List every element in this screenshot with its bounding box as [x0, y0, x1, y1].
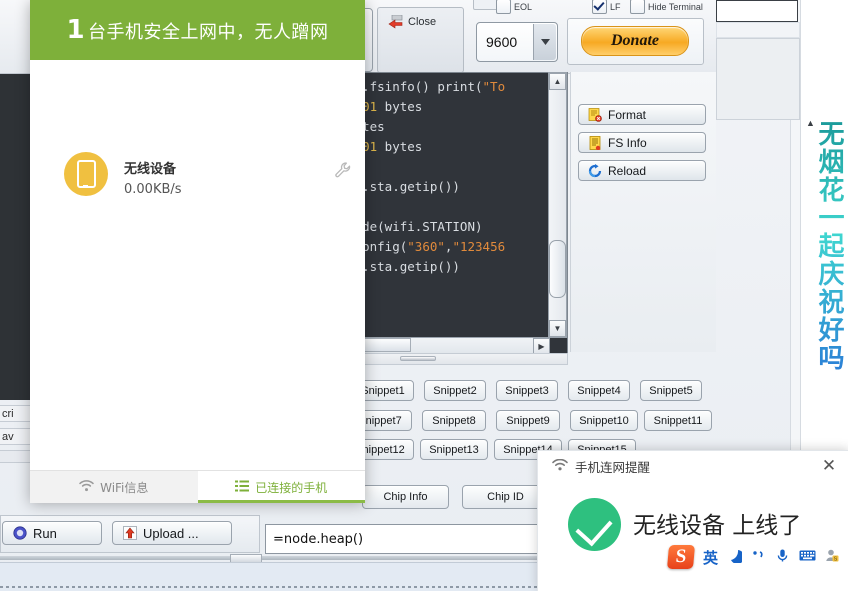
close-button[interactable]: Close	[388, 9, 454, 35]
wifi-icon	[79, 480, 94, 495]
serial-terminal[interactable]: file.fsinfo() print("To 465001 bytes 0 b…	[347, 72, 568, 354]
terminal-splitter[interactable]	[347, 353, 568, 365]
vertical-promo-text: 无烟花一起庆祝好吗	[808, 120, 844, 372]
chip-id-button[interactable]: Chip ID	[462, 485, 549, 509]
scroll-down-icon[interactable]: ▼	[549, 320, 566, 337]
tab-wifi-info-label: WiFi信息	[100, 479, 148, 496]
device-name: 无线设备	[124, 158, 176, 177]
connected-device-count: 1	[66, 17, 87, 43]
checkbox-lf-box[interactable]	[592, 0, 607, 14]
ime-toolbar[interactable]: S 英 S	[668, 544, 848, 570]
checkbox-lf-label: LF	[610, 2, 621, 12]
upload-button[interactable]: Upload ...	[112, 521, 232, 545]
status-bar-divider	[0, 586, 540, 588]
chevron-down-icon[interactable]	[533, 24, 556, 60]
snippet-grid: Snippet1 Snippet2 Snippet3 Snippet4 Snip…	[347, 375, 722, 461]
toast-message: 无线设备 上线了	[633, 506, 801, 540]
wifi-status-text: 1 台手机安全上网中，无人蹭网	[66, 17, 328, 44]
baud-rate-value: 9600	[477, 34, 517, 50]
upload-button-label: Upload ...	[143, 526, 199, 541]
snippet-button[interactable]: Snippet2	[424, 380, 486, 401]
snippet-button[interactable]: Snippet4	[568, 380, 630, 401]
sogou-logo-icon[interactable]: S	[667, 545, 695, 569]
microphone-icon[interactable]	[775, 548, 790, 566]
toast-title: 手机连网提醒	[575, 457, 650, 476]
upload-icon	[123, 526, 137, 540]
fsinfo-icon	[588, 136, 602, 150]
list-icon	[235, 480, 249, 495]
checkbox-eol-label: EOL	[514, 2, 532, 12]
wifi-manager-popup[interactable]: 1 台手机安全上网中，无人蹭网 无线设备 0.00KB/s WiFi信息	[30, 0, 365, 502]
tab-connected-phones[interactable]: 已连接的手机	[198, 471, 366, 503]
splitter-grip[interactable]	[400, 356, 436, 361]
device-list-item[interactable]: 无线设备 0.00KB/s	[30, 72, 365, 138]
snippet-button[interactable]: Snippet8	[422, 410, 486, 431]
checkbox-hide-terminal[interactable]: Hide Terminal	[630, 0, 703, 14]
snippet-button[interactable]: Snippet10	[570, 410, 638, 431]
right-empty-panel	[716, 38, 800, 120]
format-icon	[588, 108, 602, 122]
moon-icon[interactable]	[727, 548, 742, 566]
tab-connected-phones-label: 已连接的手机	[255, 479, 327, 496]
snippet-button[interactable]: Snippet13	[420, 439, 488, 460]
format-button[interactable]: Format	[578, 104, 706, 125]
checkbox-hide-terminal-label: Hide Terminal	[648, 2, 703, 12]
run-button[interactable]: Run	[2, 521, 102, 545]
wifi-popup-header: 1 台手机安全上网中，无人蹭网	[30, 0, 365, 60]
tab-wifi-info[interactable]: WiFi信息	[30, 471, 198, 503]
wifi-icon	[552, 459, 568, 474]
terminal-output: file.fsinfo() print("To 465001 bytes 0 b…	[347, 77, 568, 277]
reload-button[interactable]: Reload	[578, 160, 706, 181]
punctuation-icon[interactable]	[751, 548, 766, 566]
svg-text:S: S	[834, 556, 838, 562]
reload-button-label: Reload	[608, 164, 646, 178]
reload-icon	[588, 164, 602, 178]
checkbox-hide-terminal-box[interactable]	[630, 0, 645, 14]
check-circle-icon	[568, 498, 621, 551]
snippet-button[interactable]: Snippet5	[640, 380, 702, 401]
wifi-popup-tabs: WiFi信息 已连接的手机	[30, 470, 365, 503]
checkbox-lf[interactable]: LF	[592, 0, 621, 14]
checkbox-eol-box[interactable]	[496, 0, 511, 14]
fs-info-button[interactable]: FS Info	[578, 132, 706, 153]
left-menu-fragment-script[interactable]: cri	[0, 405, 34, 422]
format-button-label: Format	[608, 108, 646, 122]
notification-toast[interactable]: 手机连网提醒 ✕ 无线设备 上线了 S 英	[537, 450, 848, 591]
window-splitter[interactable]	[0, 556, 540, 560]
close-button-label: Close	[408, 16, 436, 28]
terminal-scroll-thumb[interactable]	[549, 240, 566, 298]
toast-header: 手机连网提醒	[538, 451, 848, 481]
wifi-status-label: 台手机安全上网中，无人蹭网	[88, 18, 329, 44]
user-icon[interactable]: S	[825, 548, 840, 566]
checkbox-eol[interactable]: EOL	[496, 0, 532, 14]
chip-info-button[interactable]: Chip Info	[362, 485, 449, 509]
phone-icon	[64, 152, 108, 196]
left-menu-fragment-save[interactable]: av	[0, 428, 34, 445]
baud-rate-select[interactable]: 9600	[476, 22, 558, 62]
left-menu-fragment-blank	[0, 450, 34, 463]
close-icon[interactable]: ✕	[819, 456, 839, 476]
right-input-box[interactable]	[716, 0, 798, 22]
close-port-icon	[388, 15, 404, 29]
run-button-label: Run	[33, 526, 57, 541]
scroll-up-icon[interactable]: ▲	[549, 73, 566, 90]
fs-info-button-label: FS Info	[608, 136, 647, 150]
snippet-button[interactable]: Snippet3	[496, 380, 558, 401]
wrench-icon[interactable]	[333, 160, 353, 180]
run-icon	[13, 526, 27, 540]
device-speed: 0.00KB/s	[124, 182, 182, 197]
snippet-button[interactable]: Snippet9	[496, 410, 560, 431]
right-subpanel	[716, 22, 800, 38]
snippet-button[interactable]: Snippet11	[644, 410, 712, 431]
donate-button[interactable]: Donate	[581, 26, 689, 56]
terminal-vertical-scrollbar[interactable]: ▲ ▼	[548, 72, 567, 338]
ime-mode-label[interactable]: 英	[703, 547, 718, 568]
keyboard-icon[interactable]	[799, 549, 816, 565]
